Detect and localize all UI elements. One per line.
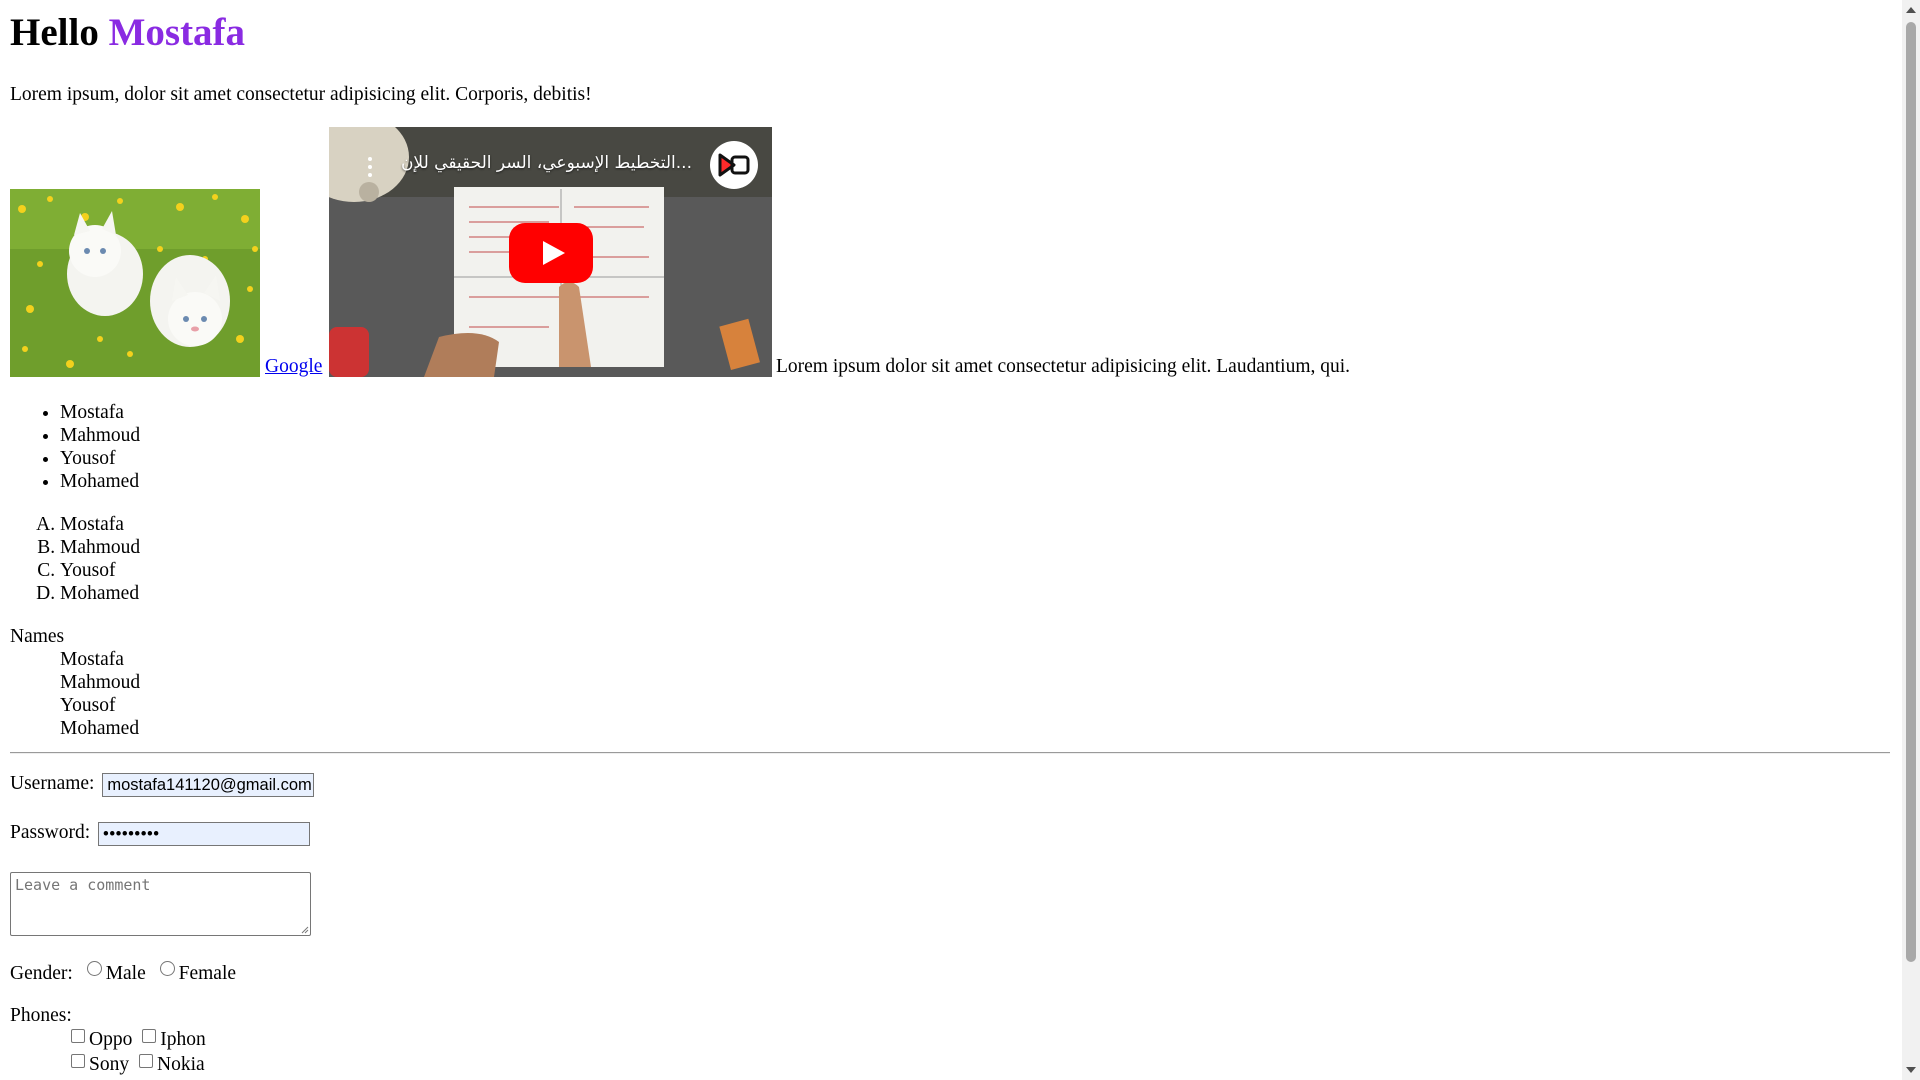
kittens-image [10, 189, 260, 377]
description-item: Yousof [60, 695, 116, 716]
gender-label: Gender: [10, 963, 73, 984]
google-link[interactable]: Google [265, 355, 322, 379]
greeting-text: Hello [10, 11, 99, 54]
list-item: Mohamed [60, 582, 140, 605]
username-label: Username: [10, 773, 95, 794]
password-input[interactable]: ••••••••• [98, 821, 311, 846]
description-list: Mostafa Mahmoud Yousof Mohamed [60, 648, 140, 740]
youtube-embed[interactable]: التخطيط الإسبوعي، السر الحقيقي للإن... [329, 127, 772, 377]
phones-label: Phones: [10, 1005, 72, 1026]
comment-placeholder: Leave a comment [15, 876, 151, 894]
iphon-label[interactable]: Iphon [160, 1029, 206, 1050]
sony-label[interactable]: Sony [89, 1054, 129, 1075]
description-item: Mostafa [60, 649, 124, 670]
list-item: Yousof [60, 447, 140, 470]
iphon-checkbox[interactable] [142, 1029, 157, 1043]
male-radio[interactable] [86, 961, 102, 976]
ordered-list: Mostafa Mahmoud Yousof Mohamed [60, 513, 140, 605]
list-item: Mostafa [60, 513, 140, 536]
intro-paragraph: Lorem ipsum, dolor sit amet consectetur … [10, 84, 592, 105]
password-row: Password: ••••••••• [10, 821, 311, 846]
list-item: Mohamed [60, 470, 140, 493]
description-item: Mahmoud [60, 672, 141, 693]
female-radio[interactable] [159, 961, 175, 976]
list-item: Yousof [60, 559, 140, 582]
scroll-down-icon[interactable] [1906, 1067, 1916, 1073]
list-item: Mostafa [60, 401, 140, 424]
description-term: Names [10, 626, 65, 647]
resize-grip-icon[interactable] [301, 926, 309, 934]
scroll-up-icon[interactable] [1906, 7, 1916, 13]
female-label[interactable]: Female [179, 963, 236, 984]
video-more-icon[interactable] [367, 157, 373, 179]
sony-checkbox[interactable] [71, 1054, 85, 1068]
video-title[interactable]: التخطيط الإسبوعي، السر الحقيقي للإن... [401, 153, 692, 173]
gender-row: Gender: Male Female [10, 961, 236, 986]
list-item: Mahmoud [60, 424, 140, 447]
channel-avatar-icon[interactable] [710, 141, 758, 189]
vertical-scrollbar[interactable] [1902, 0, 1920, 1080]
page-title: Hello Mostafa [10, 9, 245, 57]
nokia-label[interactable]: Nokia [157, 1054, 205, 1075]
male-label[interactable]: Male [106, 963, 146, 984]
username-row: Username: mostafa141120@gmail.com [10, 772, 315, 797]
name-highlight: Mostafa [108, 11, 246, 54]
scrollbar-thumb[interactable] [1906, 22, 1916, 962]
trailing-paragraph: Lorem ipsum dolor sit amet consectetur a… [776, 356, 1351, 377]
play-icon[interactable] [509, 223, 593, 283]
media-row: Google التخطيط الإسبوعي، السر الحقيقي لل… [10, 127, 1410, 377]
nokia-checkbox[interactable] [138, 1054, 153, 1068]
unordered-list: Mostafa Mahmoud Yousof Mohamed [60, 401, 140, 493]
description-item: Mohamed [60, 718, 140, 739]
oppo-checkbox[interactable] [71, 1029, 85, 1043]
divider [10, 752, 1890, 754]
comment-textarea[interactable]: Leave a comment [10, 872, 311, 936]
oppo-label[interactable]: Oppo [89, 1029, 132, 1050]
phones-fieldset: Oppo Iphon Sony Nokia [66, 1027, 206, 1077]
password-label: Password: [10, 822, 91, 843]
username-input[interactable]: mostafa141120@gmail.com [102, 772, 315, 797]
list-item: Mahmoud [60, 536, 140, 559]
